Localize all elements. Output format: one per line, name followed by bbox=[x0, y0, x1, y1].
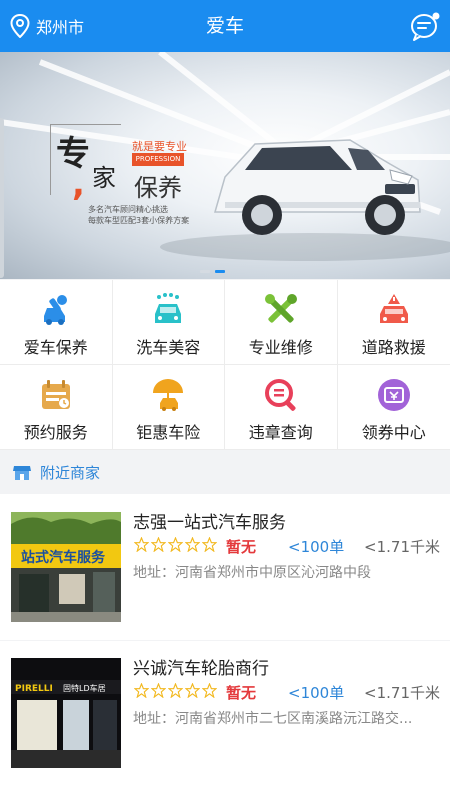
car-wash-icon bbox=[155, 293, 182, 323]
merchant-card[interactable]: 站式汽车服务 志强一站式汽车服务 暂无 <100单 <1.71千米 地址：河南省… bbox=[0, 494, 450, 640]
service-label: 钜惠车险 bbox=[136, 423, 201, 442]
distance: <1.71千米 bbox=[364, 684, 440, 702]
merchant-card[interactable]: PIRELLI 固特LD车居 兴诚汽车轮胎商行 暂无 <100单 <1.71千米… bbox=[0, 641, 450, 800]
service-grid: 爱车保养 洗车美容 专业维修 道路救援 预约服务 钜惠车险 违章查询 领券中心 bbox=[0, 280, 450, 450]
page-title: 爱车 bbox=[205, 15, 244, 37]
slogan-big-char-2: 家 bbox=[92, 164, 116, 192]
order-count: <100单 bbox=[288, 538, 345, 556]
banner-slogan: 专 , 家 就是要专业 PROFESSION 保养 多名汽车顾问精心挑选 每款车… bbox=[50, 124, 235, 234]
shop-sign-left: PIRELLI bbox=[15, 684, 53, 694]
service-coupon-center[interactable]: 领券中心 bbox=[337, 365, 450, 450]
service-road-rescue[interactable]: 道路救援 bbox=[337, 280, 450, 365]
chat-bubble-icon[interactable] bbox=[410, 11, 440, 41]
service-label: 爱车保养 bbox=[23, 338, 88, 357]
shop-sign-text: 站式汽车服务 bbox=[21, 549, 106, 566]
service-insurance[interactable]: 钜惠车险 bbox=[112, 365, 225, 450]
star-rating bbox=[134, 683, 217, 698]
star-empty-icon bbox=[151, 683, 166, 698]
service-car-wash[interactable]: 洗车美容 bbox=[112, 280, 225, 365]
car-wrench-icon bbox=[43, 295, 67, 325]
rescue-car-icon bbox=[379, 294, 408, 323]
service-repair[interactable]: 专业维修 bbox=[225, 280, 338, 365]
shop-sign-right: 固特LD车居 bbox=[63, 683, 106, 693]
merchant-photo: PIRELLI 固特LD车居 bbox=[11, 658, 121, 768]
slogan-subtitle-2: 每款车型匹配3套小保养方案 bbox=[88, 216, 190, 225]
coupon-icon bbox=[377, 379, 410, 411]
merchant-name: 志强一站式汽车服务 bbox=[133, 513, 286, 533]
service-appointment[interactable]: 预约服务 bbox=[0, 365, 113, 450]
promo-banner[interactable]: 专 , 家 就是要专业 PROFESSION 保养 多名汽车顾问精心挑选 每款车… bbox=[0, 52, 450, 279]
merchant-address: 地址：河南省郑州市二七区南溪路沅江路交... bbox=[133, 711, 413, 727]
nearby-merchants-header: 附近商家 bbox=[0, 451, 450, 493]
carousel-dot-active[interactable] bbox=[215, 270, 225, 273]
service-car-maintenance[interactable]: 爱车保养 bbox=[0, 280, 113, 365]
slogan-comma: , bbox=[72, 164, 85, 204]
service-label: 预约服务 bbox=[23, 423, 88, 442]
star-empty-icon bbox=[151, 537, 166, 552]
edge-drawer-handle[interactable] bbox=[0, 118, 4, 278]
service-label: 领券中心 bbox=[361, 423, 426, 442]
slogan-main: 保养 bbox=[134, 174, 182, 202]
slogan-subtitle-1: 多名汽车顾问精心挑选 bbox=[88, 205, 168, 214]
distance: <1.71千米 bbox=[364, 538, 440, 556]
slogan-profession-badge: PROFESSION bbox=[132, 153, 184, 166]
violation-search-icon bbox=[264, 379, 296, 411]
service-label: 洗车美容 bbox=[136, 338, 201, 357]
merchant-address: 地址：河南省郑州市中原区沁河路中段 bbox=[133, 565, 371, 581]
star-empty-icon bbox=[185, 683, 200, 698]
merchant-name: 兴诚汽车轮胎商行 bbox=[133, 659, 269, 679]
insurance-umbrella-icon bbox=[153, 379, 184, 411]
star-empty-icon bbox=[168, 683, 183, 698]
calendar-icon bbox=[41, 380, 70, 409]
tools-icon bbox=[264, 294, 297, 323]
service-violation-query[interactable]: 违章查询 bbox=[225, 365, 338, 450]
merchant-photo: 站式汽车服务 bbox=[11, 512, 121, 622]
service-label: 道路救援 bbox=[361, 338, 426, 357]
app-header: 郑州市 爱车 bbox=[0, 0, 450, 52]
star-empty-icon bbox=[202, 683, 217, 698]
carousel-indicator bbox=[200, 270, 225, 273]
star-empty-icon bbox=[134, 683, 149, 698]
order-count: <100单 bbox=[288, 684, 345, 702]
rating-text: 暂无 bbox=[226, 684, 257, 702]
star-empty-icon bbox=[168, 537, 183, 552]
rating-text: 暂无 bbox=[226, 538, 257, 556]
carousel-dot[interactable] bbox=[200, 270, 210, 273]
star-empty-icon bbox=[202, 537, 217, 552]
service-label: 专业维修 bbox=[248, 338, 313, 357]
star-empty-icon bbox=[185, 537, 200, 552]
shop-icon bbox=[13, 466, 31, 480]
service-label: 违章查询 bbox=[248, 423, 313, 442]
slogan-tagline: 就是要专业 bbox=[132, 140, 187, 153]
star-empty-icon bbox=[134, 537, 149, 552]
nearby-title: 附近商家 bbox=[40, 463, 101, 482]
star-rating bbox=[134, 537, 217, 552]
